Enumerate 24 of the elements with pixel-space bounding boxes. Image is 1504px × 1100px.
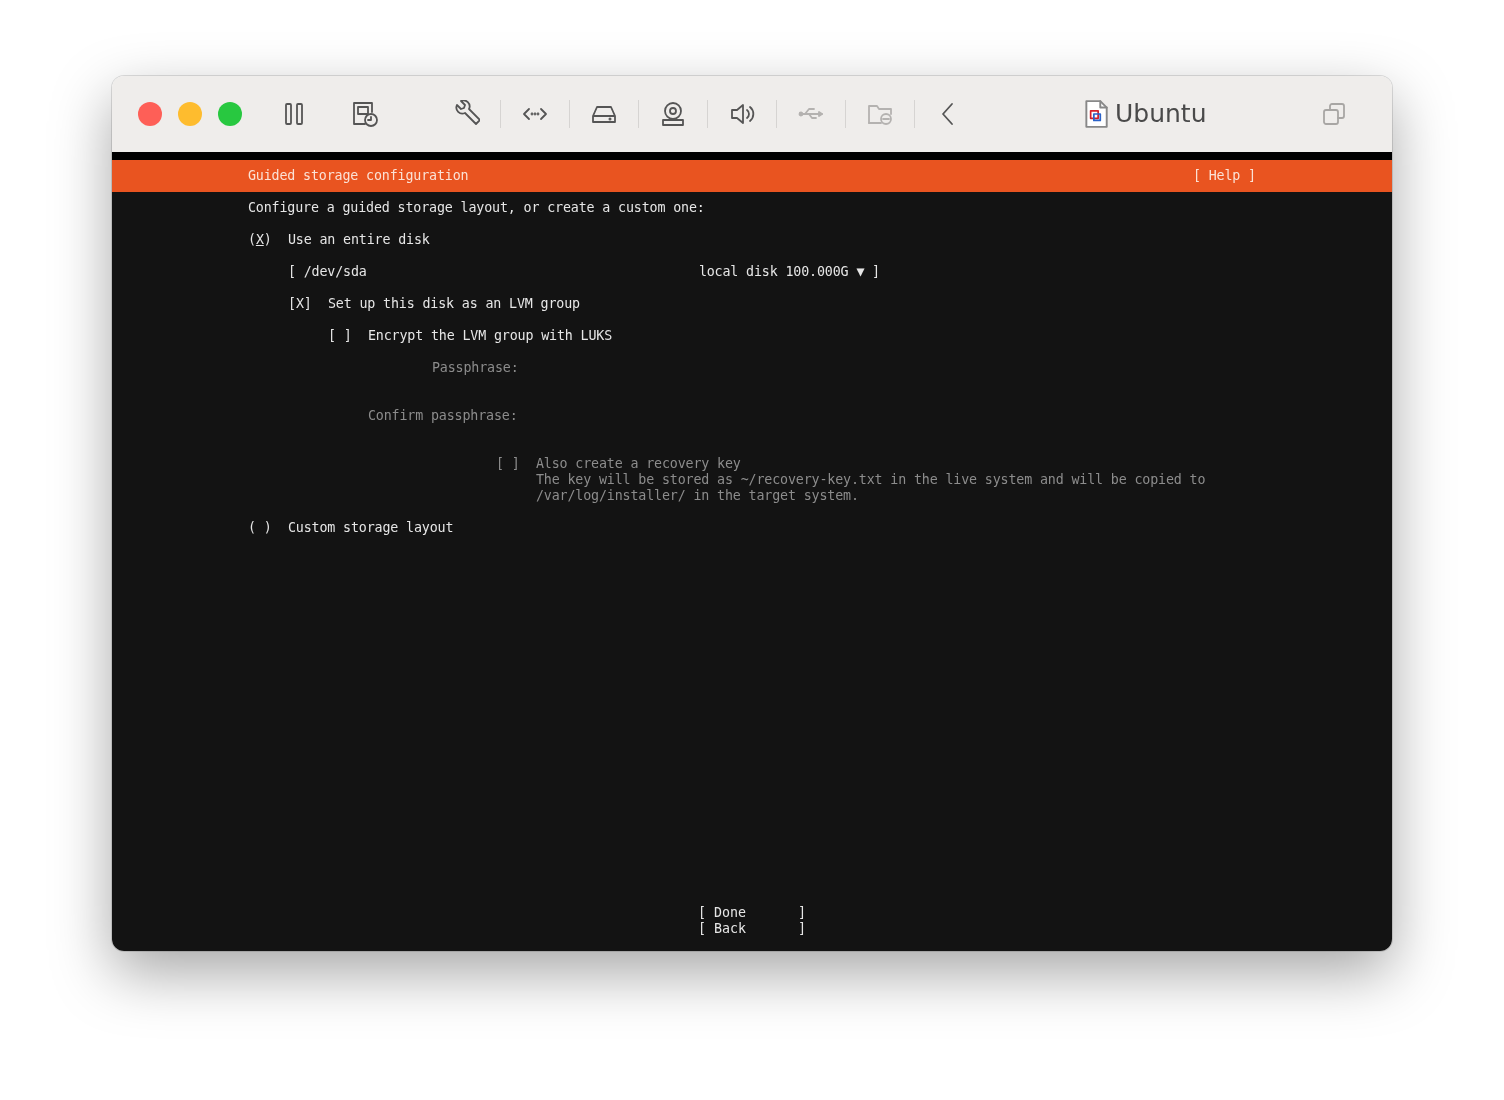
disk-dropdown[interactable]: [ /dev/sda local disk 100.000G ▼ ] xyxy=(288,264,880,280)
webcam-icon[interactable] xyxy=(659,100,687,128)
checkbox[interactable]: [X] xyxy=(288,296,328,312)
help-text: The key will be stored as ~/recovery-key.txt in the live system and will be copied to xyxy=(536,472,1206,488)
caret-icon[interactable]: ▼ xyxy=(856,264,865,279)
terminal-button[interactable]: [ Done ] xyxy=(698,905,806,921)
field-label: Passphrase: xyxy=(432,360,519,376)
option-label: Also create a recovery key xyxy=(536,456,741,472)
option-label: Encrypt the LVM group with LUKS xyxy=(368,328,613,344)
close-button[interactable] xyxy=(138,102,162,126)
screenshot-icon[interactable] xyxy=(350,100,378,128)
wrench-icon[interactable] xyxy=(452,100,480,128)
radio-button[interactable]: (X) xyxy=(248,232,288,248)
instruction-text: Configure a guided storage layout, or create a custom one: xyxy=(248,200,705,216)
terminal-button[interactable]: [ Back ] xyxy=(698,921,806,937)
checkbox[interactable]: [ ] xyxy=(328,328,368,344)
radio-button[interactable]: ( ) xyxy=(248,520,288,536)
help-text: /var/log/installer/ in the target system. xyxy=(536,488,859,504)
screen-title: Guided storage configuration xyxy=(248,168,469,184)
option-label: Set up this disk as an LVM group xyxy=(328,296,580,312)
window-title: Ubuntu xyxy=(1115,98,1207,131)
field-label: Confirm passphrase: xyxy=(368,408,518,424)
option-label: Use an entire disk xyxy=(288,232,430,248)
option-label: Custom storage layout xyxy=(288,520,454,536)
